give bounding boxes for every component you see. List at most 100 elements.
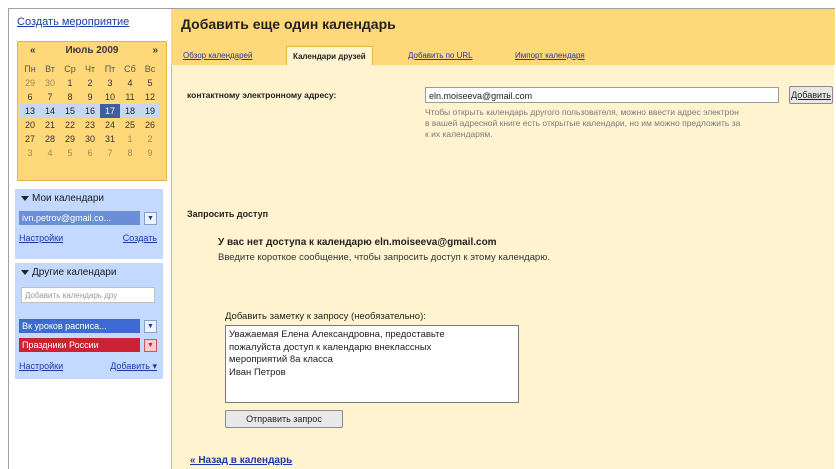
weekday-label: Пн: [24, 64, 36, 74]
day-cell[interactable]: 24: [100, 118, 120, 132]
day-cell[interactable]: 12: [140, 90, 160, 104]
day-cell[interactable]: 11: [120, 90, 140, 104]
other-calendars-title: Другие календари: [32, 267, 117, 278]
back-to-calendar-link[interactable]: « Назад в календарь: [190, 455, 292, 466]
day-cell[interactable]: 27: [20, 132, 40, 146]
day-cell[interactable]: 5: [140, 76, 160, 90]
page-title: Добавить еще один календарь: [181, 16, 396, 32]
day-cell[interactable]: 10: [100, 90, 120, 104]
other-calendar-chip-2[interactable]: Праздники России: [19, 338, 140, 352]
day-cell[interactable]: 6: [80, 146, 100, 160]
week-row: 29 30 1 2 3 4 5: [20, 76, 160, 90]
hint-line: Чтобы открыть календарь другого пользова…: [425, 107, 739, 117]
day-cell[interactable]: 2: [140, 132, 160, 146]
day-cell[interactable]: 29: [60, 132, 80, 146]
day-cell[interactable]: 3: [20, 146, 40, 160]
week-row: 3456789: [20, 146, 160, 160]
tab-calendars-overview[interactable]: Обзор календарей: [183, 46, 252, 65]
friends-calendar-form: контактному электронному адресу: eln.moi…: [171, 65, 834, 469]
day-cell[interactable]: 15: [60, 104, 80, 118]
day-cell[interactable]: 3: [100, 76, 120, 90]
my-calendars-panel: Мои календари ivn.petrov@gmail.co... ▼ Н…: [15, 189, 163, 259]
day-cell[interactable]: 9: [80, 90, 100, 104]
weekday-label: Чт: [84, 64, 96, 74]
day-cell[interactable]: 4: [120, 76, 140, 90]
week-row: 6 7 8 9 10 11 12: [20, 90, 160, 104]
day-cell[interactable]: 9: [140, 146, 160, 160]
day-cell[interactable]: 20: [20, 118, 40, 132]
other-calendar-label: Праздники России: [22, 340, 99, 350]
weekday-label: Пт: [104, 64, 116, 74]
day-cell[interactable]: 19: [140, 104, 160, 118]
day-cell[interactable]: 8: [120, 146, 140, 160]
day-cell[interactable]: 30: [80, 132, 100, 146]
weekday-label: Ср: [64, 64, 76, 74]
day-cell[interactable]: 31: [100, 132, 120, 146]
next-month-button[interactable]: »: [152, 45, 158, 56]
tab-bar: Обзор календарей Календари друзей Добави…: [171, 43, 835, 66]
expand-triangle-icon: [21, 195, 29, 201]
other-calendars-settings-link[interactable]: Настройки: [19, 361, 63, 371]
note-label: Добавить заметку к запросу (необязательн…: [225, 311, 426, 322]
hint-line: к их календарям.: [425, 129, 493, 139]
email-label: контактному электронному адресу:: [187, 90, 337, 100]
day-cell[interactable]: 21: [40, 118, 60, 132]
add-friend-calendar-input[interactable]: Добавить календарь дру: [21, 287, 155, 303]
create-event-link[interactable]: Создать мероприятие: [17, 16, 129, 28]
day-cell[interactable]: 8: [60, 90, 80, 104]
day-cell[interactable]: 1: [60, 76, 80, 90]
tab-friends-calendars[interactable]: Календари друзей: [286, 46, 373, 66]
day-cell[interactable]: 18: [120, 104, 140, 118]
weekday-label: Вт: [45, 64, 55, 74]
prev-month-button[interactable]: «: [30, 45, 36, 56]
week-row: 20 21 22 23 24 25 26: [20, 118, 160, 132]
weekday-row: Пн Вт Ср Чт Пт Сб Вс: [20, 62, 160, 76]
mini-calendar-month-title: Июль 2009: [65, 45, 119, 56]
day-cell[interactable]: 5: [60, 146, 80, 160]
other-calendars-panel: Другие календари Добавить календарь дру …: [15, 263, 163, 379]
day-cell[interactable]: 26: [140, 118, 160, 132]
my-calendars-create-link[interactable]: Создать: [123, 233, 157, 243]
day-cell[interactable]: 29: [20, 76, 40, 90]
day-cell[interactable]: 13: [20, 104, 40, 118]
request-access-title: Запросить доступ: [187, 209, 269, 219]
my-calendar-chip[interactable]: ivn.petrov@gmail.co...: [19, 211, 140, 225]
email-field[interactable]: eln.moiseeva@gmail.com: [425, 87, 779, 103]
day-cell[interactable]: 17: [100, 104, 120, 118]
no-access-message: У вас нет доступа к календарю eln.moisee…: [218, 237, 497, 248]
tab-add-by-url[interactable]: Добавить по URL: [408, 46, 473, 65]
add-calendar-button[interactable]: Добавить: [789, 86, 833, 104]
other-calendar-label: Вк уроков расписа...: [22, 321, 107, 331]
my-calendars-header[interactable]: Мои календари: [15, 189, 163, 209]
calendar-options-icon[interactable]: ▼: [144, 212, 157, 225]
main-area: Добавить еще один календарь Обзор календ…: [171, 9, 835, 469]
day-cell[interactable]: 16: [80, 104, 100, 118]
mini-calendar: Июль 2009 « » Пн Вт Ср Чт Пт Сб Вс 29 30 1 2 3 4 5 6 7 8…: [17, 41, 167, 181]
day-cell[interactable]: 2: [80, 76, 100, 90]
left-sidebar: Создать мероприятие Июль 2009 « » Пн Вт Ср…: [9, 9, 167, 469]
other-calendars-add-link[interactable]: Добавить ▾: [110, 361, 157, 372]
day-cell[interactable]: 28: [40, 132, 60, 146]
other-calendars-header[interactable]: Другие календари: [15, 263, 163, 283]
no-access-instructions: Введите короткое сообщение, чтобы запрос…: [218, 252, 550, 263]
day-cell[interactable]: 4: [40, 146, 60, 160]
my-calendars-settings-link[interactable]: Настройки: [19, 233, 63, 243]
day-cell[interactable]: 22: [60, 118, 80, 132]
day-cell[interactable]: 7: [100, 146, 120, 160]
day-cell[interactable]: 6: [20, 90, 40, 104]
other-calendar-chip-1[interactable]: Вк уроков расписа...: [19, 319, 140, 333]
my-calendars-title: Мои календари: [32, 193, 104, 204]
day-cell[interactable]: 14: [40, 104, 60, 118]
mini-calendar-grid: Пн Вт Ср Чт Пт Сб Вс 29 30 1 2 3 4 5 6 7 8 9 10 11 12 13 14 15 1…: [20, 62, 160, 160]
calendar-options-icon[interactable]: ▼: [144, 320, 157, 333]
day-cell[interactable]: 23: [80, 118, 100, 132]
day-cell[interactable]: 30: [40, 76, 60, 90]
day-cell[interactable]: 1: [120, 132, 140, 146]
tab-import-calendar[interactable]: Импорт календаря: [515, 46, 585, 65]
note-textarea[interactable]: Уважаемая Елена Александровна, предостав…: [225, 325, 519, 403]
day-cell[interactable]: 7: [40, 90, 60, 104]
calendar-app: Создать мероприятие Июль 2009 « » Пн Вт Ср…: [8, 8, 835, 469]
day-cell[interactable]: 25: [120, 118, 140, 132]
calendar-options-icon[interactable]: ▼: [144, 339, 157, 352]
send-request-button[interactable]: Отправить запрос: [225, 410, 343, 428]
